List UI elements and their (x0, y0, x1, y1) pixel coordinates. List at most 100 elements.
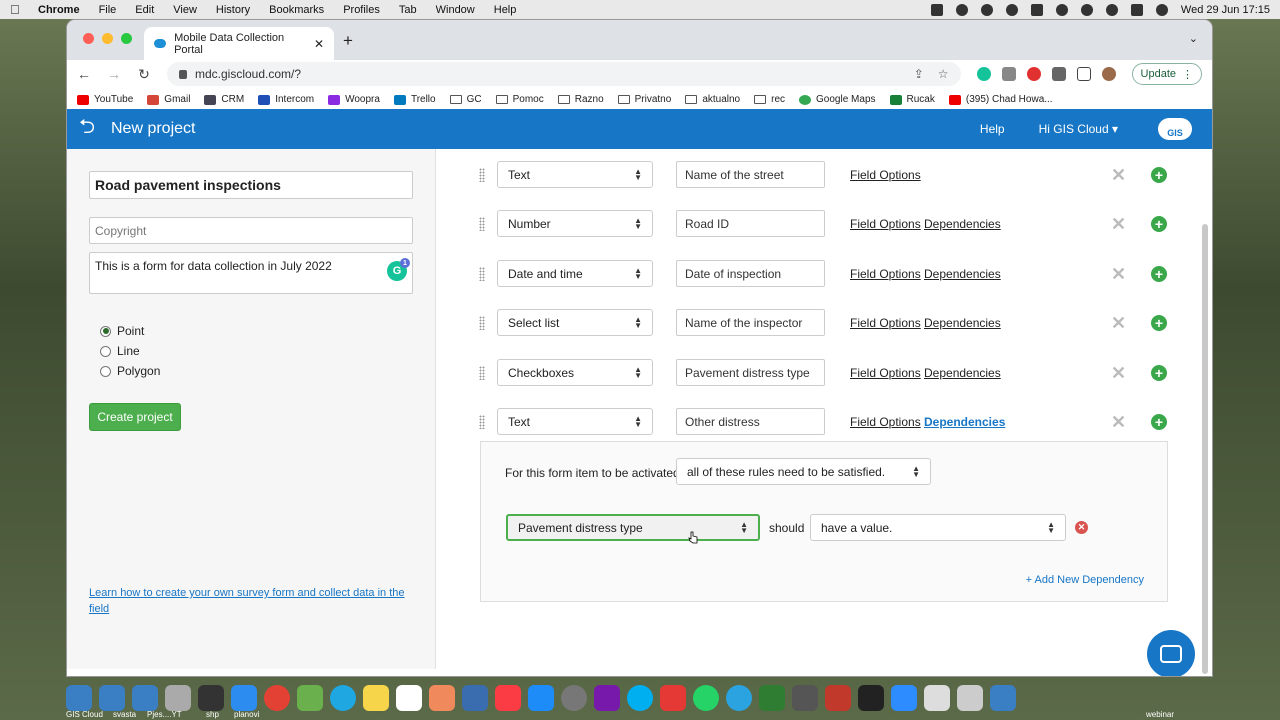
back-icon[interactable]: ← (77, 66, 91, 82)
drag-handle-icon[interactable] (479, 366, 485, 380)
delete-row-icon[interactable]: ✕ (1111, 412, 1126, 433)
field-options-link[interactable]: Field Options (850, 217, 921, 231)
dependency-field-select[interactable]: Pavement distress type ▲ ▼ (506, 514, 760, 541)
zoom-icon[interactable] (891, 685, 917, 711)
bookmark-gmail[interactable]: Gmail (147, 94, 190, 105)
field-type-select[interactable]: Date and time ▲ ▼ (497, 260, 653, 287)
field-options-link[interactable]: Field Options (850, 267, 921, 281)
bookmark-intercom[interactable]: Intercom (258, 94, 314, 105)
siri-icon[interactable] (1155, 3, 1168, 16)
extension-icon[interactable] (1001, 67, 1016, 81)
dependencies-link[interactable]: Dependencies (924, 316, 1001, 330)
search-icon[interactable] (1105, 3, 1118, 16)
menu-window[interactable]: Window (436, 4, 475, 16)
url-text[interactable]: mdc.giscloud.com/? (195, 67, 301, 81)
skype-icon[interactable] (627, 685, 653, 711)
add-dependency-link[interactable]: + Add New Dependency (1026, 574, 1144, 586)
radio-line[interactable]: Line (100, 341, 160, 361)
launchpad-icon[interactable] (297, 685, 323, 711)
close-tab-icon[interactable]: ✕ (314, 37, 324, 51)
dependencies-link[interactable]: Dependencies (924, 217, 1001, 231)
folder-planovi-icon[interactable] (198, 685, 224, 711)
sonos-icon[interactable] (858, 685, 884, 711)
apple-icon[interactable]:  (10, 2, 24, 17)
back-arrow-icon[interactable]: ⮌ (79, 112, 101, 146)
add-row-icon[interactable]: + (1151, 315, 1167, 331)
minimize-window-button[interactable] (102, 33, 113, 44)
delete-row-icon[interactable]: ✕ (1111, 313, 1126, 334)
dependency-condition-select[interactable]: have a value. ▲ ▼ (810, 514, 1066, 541)
forward-icon[interactable]: → (107, 66, 121, 82)
bookmark-rec[interactable]: rec (754, 94, 785, 105)
field-options-link[interactable]: Field Options (850, 366, 921, 380)
calculator-icon[interactable] (792, 685, 818, 711)
bookmark-crm[interactable]: CRM (204, 94, 244, 105)
field-name-input[interactable]: Road ID (676, 210, 825, 237)
field-name-input[interactable]: Other distress (676, 408, 825, 435)
delete-row-icon[interactable]: ✕ (1111, 363, 1126, 384)
browser-tab[interactable]: Mobile Data Collection Portal ✕ (144, 27, 334, 60)
photos-icon[interactable] (429, 685, 455, 711)
drag-handle-icon[interactable] (479, 168, 485, 182)
tab-search-chevron-icon[interactable]: ⌄ (1189, 32, 1198, 45)
field-name-input[interactable]: Pavement distress type (676, 359, 825, 386)
drag-handle-icon[interactable] (479, 267, 485, 281)
puzzle-icon[interactable] (1051, 67, 1066, 81)
menu-bookmarks[interactable]: Bookmarks (269, 4, 324, 16)
address-bar[interactable]: mdc.giscloud.com/? ⇪ ☆ (167, 62, 961, 86)
bluetooth-icon[interactable] (1005, 3, 1018, 16)
menu-file[interactable]: File (99, 4, 117, 16)
grid-icon[interactable] (980, 3, 993, 16)
radio-button[interactable] (100, 365, 111, 377)
folder-pjes-icon[interactable] (132, 685, 158, 711)
drag-handle-icon[interactable] (479, 217, 485, 231)
chrome-icon[interactable] (264, 685, 290, 711)
telegram-icon[interactable] (726, 685, 752, 711)
app-icon[interactable] (825, 685, 851, 711)
create-project-button[interactable]: Create project (89, 403, 181, 431)
sidebar-icon[interactable] (1076, 67, 1091, 81)
battery-icon[interactable] (1030, 3, 1043, 16)
play-icon[interactable] (955, 3, 968, 16)
remove-dependency-icon[interactable]: ✕ (1075, 521, 1088, 534)
add-row-icon[interactable]: + (1151, 167, 1167, 183)
field-name-input[interactable]: Date of inspection (676, 260, 825, 287)
radio-button[interactable] (100, 345, 111, 357)
drag-handle-icon[interactable] (479, 316, 485, 330)
clock[interactable]: Wed 29 Jun 17:15 (1181, 4, 1270, 16)
field-options-link[interactable]: Field Options (850, 415, 921, 429)
menu-help[interactable]: Help (494, 4, 517, 16)
help-link[interactable]: Help (980, 122, 1005, 136)
field-name-input[interactable]: Name of the inspector (676, 309, 825, 336)
bookmark-razno[interactable]: Razno (557, 94, 604, 105)
notes-icon[interactable] (363, 685, 389, 711)
finder-icon[interactable] (231, 685, 257, 711)
app-store-icon[interactable] (528, 685, 554, 711)
downloads-icon[interactable] (924, 685, 950, 711)
system-preferences-icon[interactable] (561, 685, 587, 711)
share-icon[interactable]: ⇪ (914, 67, 924, 81)
field-type-select[interactable]: Text ▲ ▼ (497, 408, 653, 435)
bookmark-trello[interactable]: Trello (393, 94, 436, 105)
delete-row-icon[interactable]: ✕ (1111, 264, 1126, 285)
field-type-select[interactable]: Number ▲ ▼ (497, 210, 653, 237)
preview-icon[interactable] (462, 685, 488, 711)
control-center-icon[interactable] (1130, 3, 1143, 16)
menu-history[interactable]: History (216, 4, 250, 16)
update-button[interactable]: Update ⋮ (1131, 63, 1202, 85)
user-icon[interactable] (1080, 3, 1093, 16)
add-row-icon[interactable]: + (1151, 216, 1167, 232)
menu-profiles[interactable]: Profiles (343, 4, 380, 16)
folder-shp-icon[interactable] (165, 685, 191, 711)
field-type-select[interactable]: Checkboxes ▲ ▼ (497, 359, 653, 386)
new-tab-button[interactable]: + (343, 31, 353, 51)
grammarly-extension-icon[interactable] (976, 67, 991, 81)
bookmark-youtube[interactable]: YouTube (77, 94, 133, 105)
bookmark-chad[interactable]: (395) Chad Howa... (948, 94, 1053, 105)
safari-icon[interactable] (330, 685, 356, 711)
menu-chrome[interactable]: Chrome (38, 4, 80, 16)
radio-button[interactable] (100, 325, 111, 337)
scrollbar[interactable] (1202, 224, 1208, 674)
field-type-select[interactable]: Text ▲ ▼ (497, 161, 653, 188)
folder-svasta-icon[interactable] (99, 685, 125, 711)
